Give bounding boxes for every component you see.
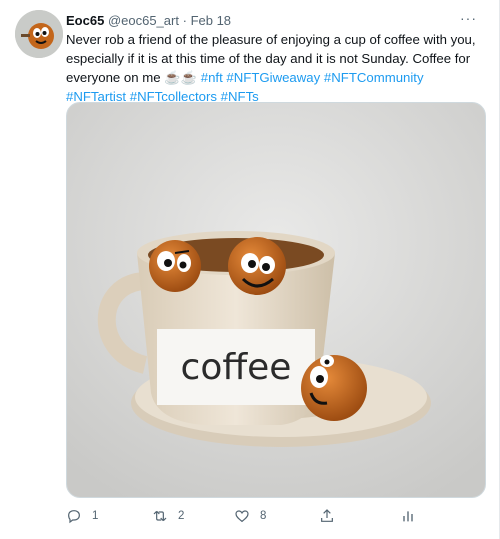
tweet-card[interactable]: Eoc65 @eoc65_art · Feb 18 ··· Never rob …	[0, 0, 500, 539]
retweet-icon	[153, 510, 167, 522]
hashtag-nft[interactable]: #nft	[201, 70, 223, 85]
share-icon	[321, 509, 333, 522]
reply-count: 1	[92, 510, 99, 522]
avatar-image	[15, 10, 63, 58]
tweet-text: Never rob a friend of the pleasure of en…	[66, 30, 476, 106]
share-button[interactable]	[319, 505, 335, 527]
like-button[interactable]: 8	[234, 505, 266, 527]
coffee-emoji: ☕☕	[164, 70, 198, 85]
coffee-cup-illustration: coffee	[67, 103, 485, 497]
separator: ·	[182, 13, 187, 28]
tweet-image[interactable]: coffee	[66, 102, 486, 498]
retweet-button[interactable]: 2	[152, 505, 184, 527]
tweet-actions: 1 2 8	[66, 505, 484, 527]
more-options-icon[interactable]: ···	[460, 10, 477, 26]
retweet-count: 2	[178, 510, 185, 522]
reply-button[interactable]: 1	[66, 505, 98, 527]
like-count: 8	[260, 510, 267, 522]
analytics-button[interactable]	[400, 505, 416, 527]
reply-icon	[68, 510, 80, 524]
analytics-icon	[403, 511, 413, 522]
tweet-date[interactable]: Feb 18	[191, 13, 231, 28]
heart-icon	[235, 510, 249, 523]
avatar[interactable]	[15, 10, 63, 58]
tweet-header: Eoc65 @eoc65_art · Feb 18	[66, 11, 479, 31]
display-name[interactable]: Eoc65	[66, 13, 104, 28]
hashtag-nftgiweaway[interactable]: #NFTGiweaway	[226, 70, 320, 85]
cup-label-text: coffee	[181, 347, 292, 388]
hashtag-nftcommunity[interactable]: #NFTCommunity	[324, 70, 424, 85]
handle[interactable]: @eoc65_art	[108, 13, 179, 28]
